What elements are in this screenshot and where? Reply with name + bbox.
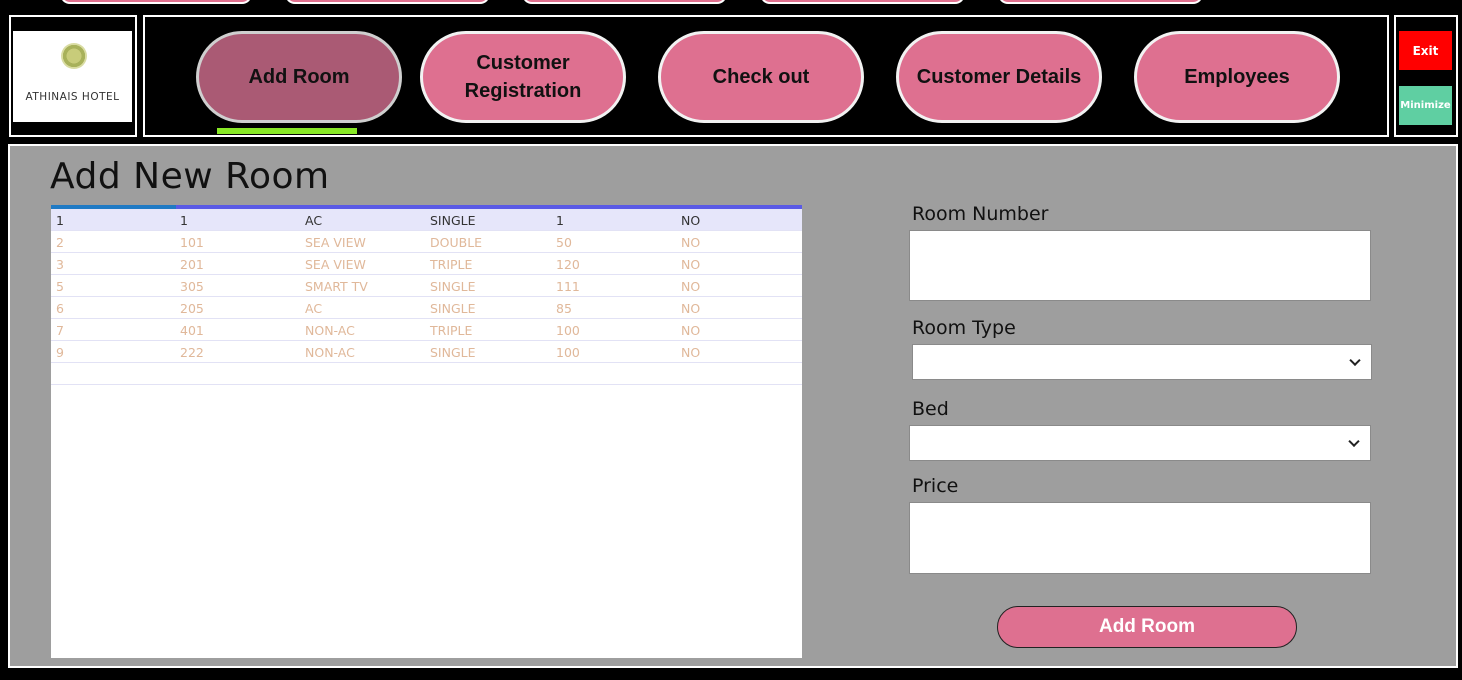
room-id-cell: 6: [56, 301, 64, 316]
room-id-cell: 1: [56, 213, 64, 228]
ghost-tab: [285, 0, 490, 4]
price-cell: 50: [556, 235, 572, 250]
logo-text: ATHINAIS HOTEL: [25, 91, 120, 103]
table-row[interactable]: 3 201 SEA VIEW TRIPLE 120 NO: [51, 253, 802, 275]
chevron-down-icon: [1348, 435, 1360, 448]
room-type-cell: SEA VIEW: [305, 257, 366, 272]
bed-cell: SINGLE: [430, 279, 476, 294]
booked-cell: NO: [681, 345, 701, 360]
nav-customer-registration-label: Customer Registration: [464, 52, 582, 102]
booked-cell: NO: [681, 323, 701, 338]
room-id-cell: 2: [56, 235, 64, 250]
room-number-cell: 205: [180, 301, 204, 316]
price-cell: 111: [556, 279, 580, 294]
price-field[interactable]: [909, 502, 1371, 574]
nav-check-out-label: Check out: [712, 66, 810, 88]
bed-cell: SINGLE: [430, 213, 476, 228]
table-row[interactable]: 9 222 NON-AC SINGLE 100 NO: [51, 341, 802, 363]
table-row[interactable]: 6 205 AC SINGLE 85 NO: [51, 297, 802, 319]
room-id-cell: 5: [56, 279, 64, 294]
rooms-grid[interactable]: 1 1 AC SINGLE 1 NO 2 101 SEA VIEW DOUBLE…: [51, 205, 802, 658]
booked-cell: NO: [681, 235, 701, 250]
ghost-tab: [998, 0, 1203, 4]
bed-cell: DOUBLE: [430, 235, 483, 250]
room-number-label: Room Number: [912, 203, 1049, 225]
active-tab-indicator: [217, 128, 357, 134]
room-number-cell: 101: [180, 235, 204, 250]
table-row[interactable]: 7 401 NON-AC TRIPLE 100 NO: [51, 319, 802, 341]
table-row[interactable]: 1 1 AC SINGLE 1 NO: [51, 209, 802, 231]
room-number-cell: 401: [180, 323, 204, 338]
room-number-field[interactable]: [909, 230, 1371, 301]
empty-new-row[interactable]: [51, 363, 802, 385]
nav-employees-label: Employees: [1184, 66, 1290, 88]
price-label: Price: [912, 475, 959, 497]
room-number-cell: 305: [180, 279, 204, 294]
nav-customer-registration-button[interactable]: Customer Registration: [420, 31, 626, 123]
ghost-tab: [60, 0, 252, 4]
bed-label: Bed: [912, 398, 949, 420]
nav-employees-button[interactable]: Employees: [1134, 31, 1340, 123]
room-type-cell: SMART TV: [305, 279, 368, 294]
price-cell: 100: [556, 345, 580, 360]
price-cell: 120: [556, 257, 580, 272]
room-number-cell: 1: [180, 213, 188, 228]
price-cell: 85: [556, 301, 572, 316]
exit-button[interactable]: Exit: [1399, 31, 1452, 70]
table-row[interactable]: 5 305 SMART TV SINGLE 111 NO: [51, 275, 802, 297]
room-number-cell: 201: [180, 257, 204, 272]
room-type-cell: NON-AC: [305, 345, 355, 360]
nav-add-room-label: Add Room: [248, 66, 350, 88]
price-cell: 100: [556, 323, 580, 338]
nav-customer-details-label: Customer Details: [916, 66, 1082, 88]
chevron-down-icon: [1349, 354, 1361, 367]
room-type-cell: AC: [305, 213, 323, 228]
logo-emblem-icon: [61, 43, 87, 69]
minimize-button[interactable]: Minimize: [1399, 86, 1452, 125]
add-room-submit-button[interactable]: Add Room: [997, 606, 1297, 648]
price-cell: 1: [556, 213, 564, 228]
bed-cell: SINGLE: [430, 301, 476, 316]
nav-customer-details-button[interactable]: Customer Details: [896, 31, 1102, 123]
hotel-logo: ATHINAIS HOTEL: [13, 31, 132, 122]
booked-cell: NO: [681, 301, 701, 316]
ghost-tab: [760, 0, 965, 4]
room-number-cell: 222: [180, 345, 204, 360]
booked-cell: NO: [681, 279, 701, 294]
room-type-select[interactable]: [912, 344, 1372, 380]
booked-cell: NO: [681, 257, 701, 272]
nav-add-room-button[interactable]: Add Room: [196, 31, 402, 123]
room-type-label: Room Type: [912, 317, 1016, 339]
bed-cell: SINGLE: [430, 345, 476, 360]
room-type-cell: SEA VIEW: [305, 235, 366, 250]
page-title: Add New Room: [50, 156, 330, 197]
room-id-cell: 7: [56, 323, 64, 338]
ghost-tab: [522, 0, 727, 4]
bed-select[interactable]: [909, 425, 1371, 461]
booked-cell: NO: [681, 213, 701, 228]
bed-cell: TRIPLE: [430, 323, 473, 338]
nav-check-out-button[interactable]: Check out: [658, 31, 864, 123]
room-type-cell: AC: [305, 301, 323, 316]
room-id-cell: 3: [56, 257, 64, 272]
room-type-cell: NON-AC: [305, 323, 355, 338]
table-row[interactable]: 2 101 SEA VIEW DOUBLE 50 NO: [51, 231, 802, 253]
room-id-cell: 9: [56, 345, 64, 360]
bed-cell: TRIPLE: [430, 257, 473, 272]
